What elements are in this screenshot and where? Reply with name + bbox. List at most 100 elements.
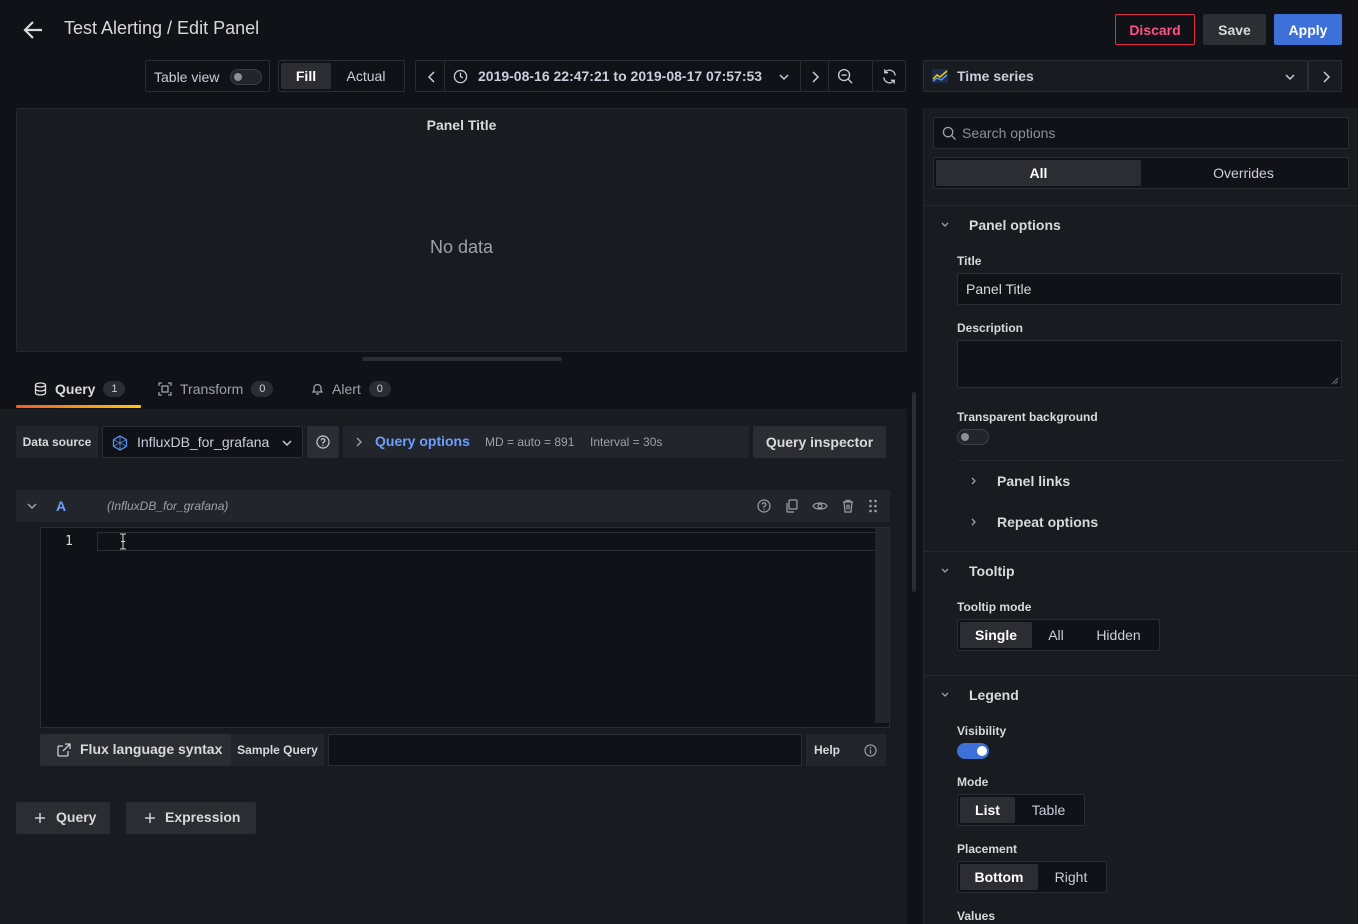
collapse-chevron-icon[interactable] — [26, 501, 38, 511]
sample-query-label: Sample Query — [231, 734, 324, 766]
add-query-button[interactable]: Query — [16, 802, 110, 834]
panel-links-chevron-icon[interactable] — [970, 476, 978, 486]
editor-scrollbar[interactable] — [912, 392, 916, 592]
clock-icon — [453, 69, 468, 84]
discard-button[interactable]: Discard — [1115, 14, 1195, 45]
drag-handle-icon[interactable] — [868, 499, 878, 513]
influxdb-icon — [112, 435, 128, 451]
zoom-out-icon[interactable] — [837, 68, 854, 85]
fill-option[interactable]: Fill — [281, 63, 331, 89]
interval-info: Interval = 30s — [590, 435, 663, 449]
toggle-options-pane-button[interactable] — [1308, 60, 1342, 92]
flux-code-editor[interactable]: 1 — [40, 527, 890, 728]
chevron-right-icon — [1320, 70, 1332, 84]
tab-alert-count: 0 — [368, 381, 391, 397]
sample-query-select[interactable] — [328, 734, 802, 766]
legend-visibility-label: Visibility — [957, 724, 1007, 738]
no-data-text: No data — [429, 237, 494, 257]
time-back-icon[interactable] — [426, 70, 438, 84]
tab-transform-count: 0 — [251, 381, 274, 397]
legend-mode-table[interactable]: Table — [1015, 797, 1082, 823]
active-tab-indicator — [16, 405, 141, 408]
query-ref-id[interactable]: A — [56, 498, 66, 514]
max-datapoints-info: MD = auto = 891 — [485, 435, 575, 449]
tab-query[interactable]: Query 1 — [34, 381, 126, 397]
legend-visibility-switch[interactable] — [957, 743, 989, 759]
legend-chevron-icon[interactable] — [940, 691, 950, 699]
data-source-value: InfluxDB_for_grafana — [137, 434, 270, 450]
copy-icon[interactable] — [785, 499, 799, 513]
transparent-background-label: Transparent background — [957, 410, 1098, 424]
refresh-button[interactable] — [872, 60, 906, 92]
panel-options-title[interactable]: Panel options — [969, 217, 1061, 233]
legend-title[interactable]: Legend — [969, 687, 1019, 703]
tab-alert[interactable]: Alert 0 — [311, 381, 391, 397]
apply-button[interactable]: Apply — [1274, 14, 1342, 45]
text-cursor-icon — [119, 533, 127, 550]
help-label: Help — [814, 743, 841, 757]
transparent-background-switch[interactable] — [957, 429, 989, 445]
tooltip-mode-single[interactable]: Single — [960, 622, 1032, 648]
add-expression-button[interactable]: Expression — [126, 802, 256, 834]
current-line-highlight — [97, 532, 889, 551]
panel-links-title[interactable]: Panel links — [997, 473, 1070, 489]
overrides-tab[interactable]: Overrides — [1141, 160, 1346, 186]
tab-transform[interactable]: Transform 0 — [158, 381, 274, 397]
panel-title: Panel Title — [426, 117, 497, 133]
help-toggle[interactable]: Help — [806, 734, 886, 766]
resize-handle[interactable] — [362, 357, 562, 361]
tooltip-title[interactable]: Tooltip — [969, 563, 1015, 579]
all-tab[interactable]: All — [936, 160, 1141, 186]
refresh-icon — [881, 68, 898, 85]
panel-preview: Panel Title No data — [16, 108, 907, 352]
repeat-options-chevron-icon[interactable] — [970, 517, 978, 527]
time-forward-icon[interactable] — [809, 70, 821, 84]
legend-placement-bottom[interactable]: Bottom — [960, 864, 1038, 890]
title-input[interactable]: Panel Title — [957, 273, 1342, 305]
legend-placement-segment: Bottom Right — [957, 861, 1107, 893]
data-source-chevron-icon — [281, 438, 293, 448]
flux-language-syntax-label: Flux language syntax — [80, 741, 223, 757]
editor-vertical-scrollbar[interactable] — [875, 528, 889, 723]
data-source-help-button[interactable] — [307, 426, 339, 458]
save-button[interactable]: Save — [1203, 14, 1266, 45]
legend-placement-right[interactable]: Right — [1038, 864, 1104, 890]
trash-icon[interactable] — [841, 499, 855, 513]
help-icon[interactable] — [757, 499, 771, 513]
tab-query-count: 1 — [103, 381, 126, 397]
panel-options-chevron-icon[interactable] — [940, 221, 950, 229]
description-textarea[interactable] — [957, 340, 1342, 388]
query-options-bar[interactable]: Query options MD = auto = 891 Interval =… — [343, 426, 749, 458]
back-arrow-icon[interactable] — [22, 19, 44, 41]
legend-mode-label: Mode — [957, 775, 989, 789]
plus-icon — [33, 811, 47, 825]
time-picker-group: 2019-08-16 22:47:21 to 2019-08-17 07:57:… — [415, 60, 905, 92]
legend-values-label: Values — [957, 909, 996, 923]
query-options-label[interactable]: Query options — [375, 433, 470, 449]
eye-icon[interactable] — [812, 499, 828, 513]
top-bar: Test Alerting / Edit Panel Discard Save … — [0, 0, 1358, 58]
external-link-icon — [57, 743, 71, 757]
info-icon — [864, 744, 877, 757]
query-inspector-button[interactable]: Query inspector — [753, 426, 886, 458]
tooltip-mode-label: Tooltip mode — [957, 600, 1032, 614]
data-source-picker[interactable]: InfluxDB_for_grafana — [102, 426, 303, 458]
tooltip-mode-hidden[interactable]: Hidden — [1080, 622, 1157, 648]
tab-query-label: Query — [55, 381, 96, 397]
add-expression-label: Expression — [165, 809, 241, 825]
repeat-options-title[interactable]: Repeat options — [997, 514, 1098, 530]
time-range-text[interactable]: 2019-08-16 22:47:21 to 2019-08-17 07:57:… — [478, 68, 762, 84]
tab-alert-label: Alert — [332, 381, 361, 397]
plus-icon — [143, 811, 157, 825]
time-range-chevron-icon[interactable] — [778, 72, 790, 82]
flux-language-syntax-button[interactable]: Flux language syntax — [40, 734, 231, 766]
table-view-switch[interactable] — [230, 69, 262, 85]
time-series-icon — [932, 69, 948, 83]
visualization-picker[interactable]: Time series — [923, 60, 1308, 92]
bell-icon — [311, 383, 324, 395]
tooltip-chevron-icon[interactable] — [940, 567, 950, 575]
tooltip-mode-all[interactable]: All — [1032, 622, 1080, 648]
search-options-input[interactable]: Search options — [933, 117, 1349, 149]
legend-mode-list[interactable]: List — [960, 797, 1015, 823]
actual-option[interactable]: Actual — [331, 63, 401, 89]
